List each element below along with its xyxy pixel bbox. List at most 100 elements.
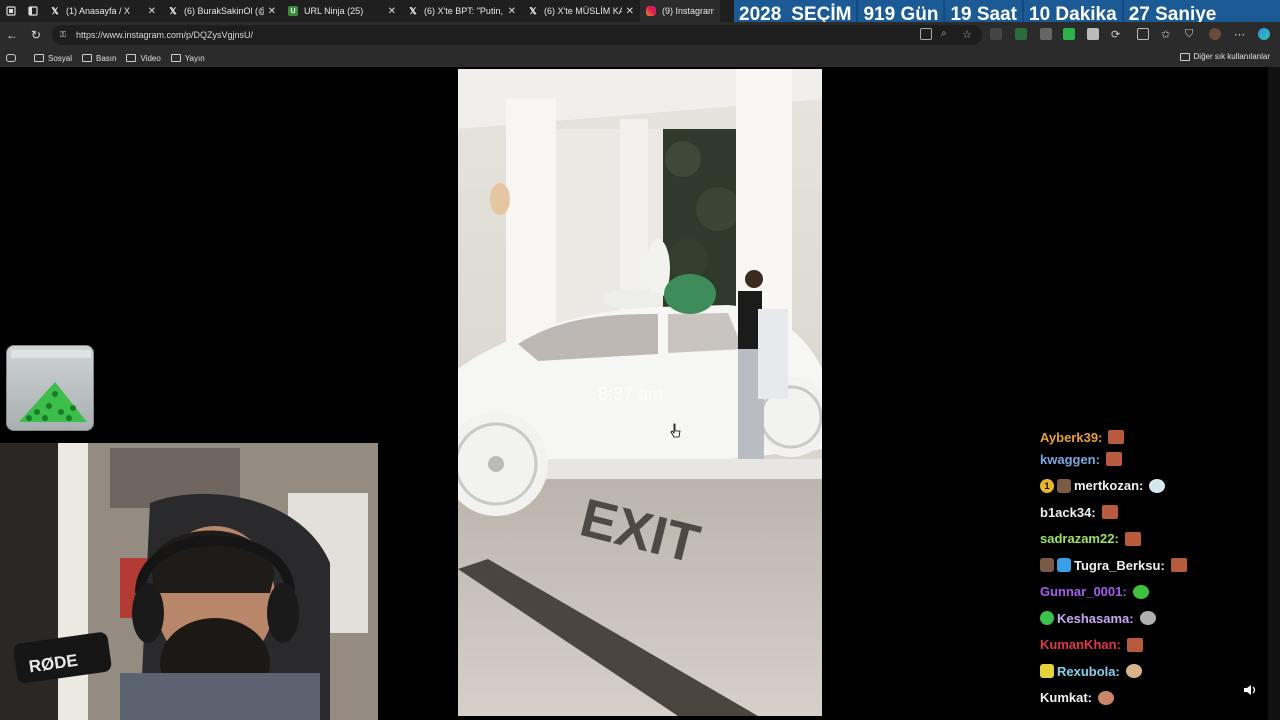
gold-badge-icon: 1 — [1040, 478, 1054, 493]
copilot-icon[interactable] — [1258, 28, 1270, 40]
extension-icon[interactable] — [1040, 28, 1052, 40]
back-arrow-icon[interactable]: ← — [4, 27, 20, 43]
extension-icon[interactable] — [1015, 28, 1027, 40]
tab-item[interactable]: 𝕏 (6) X'te BPT: "Putin, Pu ✕ — [402, 0, 522, 22]
extension-icon[interactable] — [1087, 28, 1099, 40]
close-tab-icon[interactable]: ✕ — [268, 6, 276, 17]
tab-item-active[interactable]: (9) Instagram — [640, 0, 720, 22]
chat-username: b1ack34: — [1040, 504, 1096, 520]
sub-badge-icon — [1057, 478, 1071, 493]
blue-badge-icon — [1057, 558, 1071, 573]
chat-message: b1ack34: — [1040, 499, 1220, 526]
emote-icon — [1098, 690, 1115, 705]
chat-username: Rexubola: — [1057, 663, 1120, 679]
extension-icon[interactable] — [990, 28, 1002, 40]
video-timestamp: 8:37 am — [598, 384, 664, 404]
page-scrollbar[interactable] — [1268, 67, 1280, 720]
emote-icon — [1108, 430, 1125, 444]
chat-message: KumanKhan: — [1040, 632, 1220, 659]
emote-icon — [1126, 637, 1143, 652]
x-logo-icon: 𝕏 — [409, 5, 417, 16]
address-bar-row: ← ↻ ⚿ https://www.instagram.com/p/DQZysV… — [0, 22, 1280, 49]
sub-badge-icon — [1040, 558, 1054, 573]
emote-icon — [1105, 452, 1122, 467]
folder-icon — [34, 54, 44, 62]
avatar[interactable] — [1209, 28, 1221, 40]
chat-message: 1 mertkozan: — [1040, 473, 1220, 500]
chat-message: sadrazam22: — [1040, 526, 1220, 553]
puzzle-icon[interactable]: ⟳ — [1111, 28, 1123, 41]
folder-icon — [1179, 52, 1190, 61]
chat-username: mertkozan: — [1074, 478, 1144, 494]
chat-username: Kumkat: — [1040, 690, 1093, 706]
bookmark-folder-video[interactable]: Video — [126, 54, 161, 63]
close-tab-icon[interactable]: ✕ — [388, 6, 396, 17]
reading-list-icon[interactable] — [6, 54, 20, 62]
chat-message: Tugra_Berksu: — [1040, 552, 1220, 579]
follower-jar-widget — [6, 345, 94, 431]
chat-username: Gunnar_0001: — [1040, 584, 1127, 600]
webcam-frame: RØDE — [0, 443, 378, 720]
refresh-icon[interactable]: ↻ — [28, 27, 44, 43]
more-menu-icon[interactable]: ⋯ — [1234, 28, 1246, 41]
chat-message: Rexubola: — [1040, 658, 1220, 685]
url-text: https://www.instagram.com/p/DQZysVgjnsU/ — [76, 30, 254, 40]
x-logo-icon: 𝕏 — [169, 5, 177, 16]
favorite-star-icon[interactable]: ☆ — [962, 28, 974, 41]
tab-item[interactable]: 𝕏 (6) X'te MÜSLİM KADI ✕ — [522, 0, 640, 22]
app-available-icon[interactable] — [920, 28, 932, 40]
screen: 𝕏 (1) Anasayfa / X ✕ 𝕏 (6) BurakSakinOl … — [0, 0, 1280, 720]
chat-message: Kumkat: — [1040, 685, 1220, 712]
url-ninja-icon: U — [288, 6, 298, 16]
mouse-cursor-icon — [670, 423, 681, 438]
bookmark-folder-yayin[interactable]: Yayın — [170, 54, 205, 63]
x-logo-icon: 𝕏 — [529, 5, 537, 16]
other-bookmarks[interactable]: Diğer sık kullanılanlar — [1179, 52, 1270, 61]
bookmark-folder-basin[interactable]: Basın — [82, 54, 116, 63]
close-tab-icon[interactable]: ✕ — [508, 6, 516, 17]
emote-icon — [1149, 478, 1166, 493]
chat-username: KumanKhan: — [1040, 637, 1121, 653]
chat-username: sadrazam22: — [1040, 531, 1119, 547]
chat-username: kwaggen: — [1040, 451, 1100, 467]
extension-icon[interactable] — [1063, 28, 1075, 40]
instagram-icon — [646, 6, 656, 16]
folder-icon — [82, 54, 93, 62]
site-info-icon[interactable]: ⚿ — [60, 30, 70, 40]
emote-icon — [1170, 558, 1187, 573]
chat-message: Ayberk39: — [1040, 428, 1220, 446]
tab-item[interactable]: 𝕏 (1) Anasayfa / X ✕ — [44, 0, 162, 22]
stream-chat: Ayberk39: kwaggen: 1 mertkozan: b1ack34:… — [1040, 428, 1220, 711]
folder-icon — [126, 54, 137, 62]
chat-username: Tugra_Berksu: — [1074, 557, 1165, 573]
close-tab-icon[interactable]: ✕ — [626, 6, 634, 17]
bookmark-folder-sosyal[interactable]: Sosyal — [34, 54, 72, 63]
url-field[interactable]: ⚿ https://www.instagram.com/p/DQZysVgjns… — [52, 25, 982, 45]
chat-username: Keshasama: — [1057, 610, 1134, 626]
jar-contents — [11, 350, 91, 422]
favorites-icon[interactable]: ✩ — [1161, 28, 1173, 41]
volume-icon[interactable] — [1240, 680, 1260, 700]
emote-icon — [1124, 531, 1141, 546]
chat-message: Gunnar_0001: — [1040, 579, 1220, 606]
emote-icon — [1139, 611, 1156, 626]
zoom-icon[interactable]: ⌕ — [941, 28, 953, 40]
chat-message: Keshasama: — [1040, 605, 1220, 632]
chat-message: kwaggen: — [1040, 446, 1220, 473]
streamer-webcam: RØDE — [0, 443, 378, 720]
reading-list-glyph — [6, 54, 16, 62]
workspaces-icon[interactable] — [0, 0, 22, 22]
tab-actions-icon[interactable] — [22, 0, 44, 22]
emote-icon — [1125, 664, 1142, 679]
x-logo-icon: 𝕏 — [51, 5, 59, 16]
bookmarks-bar: Sosyal Basın Video Yayın Diğer sık kulla… — [0, 49, 1280, 67]
tab-item[interactable]: 𝕏 (6) BurakSakinOl (@bu ✕ — [162, 0, 282, 22]
folder-icon — [170, 54, 181, 62]
shield-icon[interactable]: ⛉ — [1185, 28, 1197, 40]
tab-item[interactable]: U URL Ninja (25) ✕ — [282, 0, 402, 22]
split-screen-icon[interactable] — [1137, 28, 1149, 40]
close-tab-icon[interactable]: ✕ — [148, 6, 156, 17]
chat-username: Ayberk39: — [1040, 429, 1103, 445]
emote-icon — [1101, 505, 1118, 520]
emote-icon — [1132, 584, 1149, 599]
